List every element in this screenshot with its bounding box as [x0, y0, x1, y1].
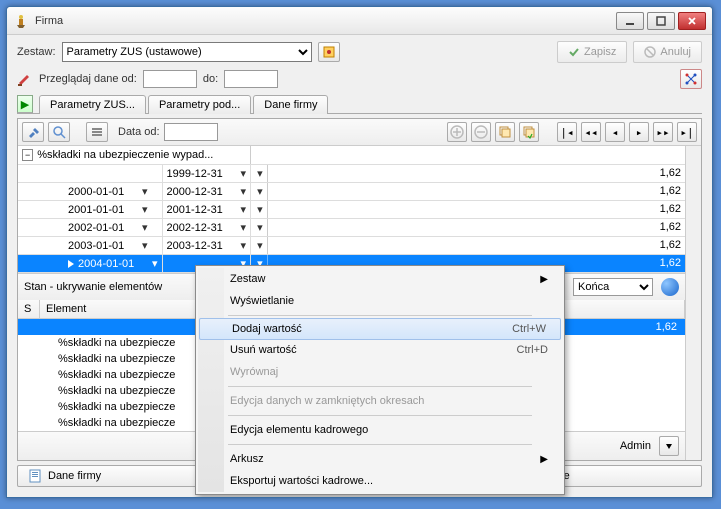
data-grid[interactable]: −%składki na ubezpieczenie wypad... 1999…: [18, 146, 685, 273]
menu-dodaj-wartosc[interactable]: Dodaj wartośćCtrl+W: [199, 318, 561, 340]
menu-arkusz[interactable]: Arkusz▶: [198, 448, 562, 470]
zestaw-label: Zestaw:: [17, 46, 56, 58]
nav-fastback[interactable]: ◂◂: [581, 122, 601, 142]
document-icon: [28, 469, 42, 483]
check-icon: [568, 46, 580, 58]
tab-parametry-zus[interactable]: Parametry ZUS...: [39, 95, 146, 114]
menu-usun-wartosc[interactable]: Usuń wartośćCtrl+D: [198, 339, 562, 361]
paste-button[interactable]: [519, 122, 539, 142]
zestaw-config-button[interactable]: [318, 42, 340, 62]
close-button[interactable]: [678, 12, 706, 30]
globe-icon[interactable]: [661, 278, 679, 296]
list-view-button[interactable]: [86, 122, 108, 142]
nav-fwd[interactable]: ▸: [629, 122, 649, 142]
play-button[interactable]: ▶: [17, 95, 33, 113]
tab-dane-firmy[interactable]: Dane firmy: [253, 95, 328, 114]
titlebar: Firma: [7, 7, 712, 35]
col-s[interactable]: S: [18, 300, 40, 318]
copy-button[interactable]: [495, 122, 515, 142]
window-title: Firma: [35, 15, 616, 27]
maximize-button[interactable]: [647, 12, 675, 30]
nav-fastfwd[interactable]: ▸▸: [653, 122, 673, 142]
menu-eksportuj[interactable]: Eksportuj wartości kadrowe...: [198, 470, 562, 492]
menu-wyrownaj: Wyrównaj: [198, 361, 562, 383]
row-indicator-icon: [68, 260, 74, 268]
admin-dropdown[interactable]: [659, 436, 679, 456]
dataod-label: Data od:: [118, 126, 160, 138]
tools-button[interactable]: [22, 122, 44, 142]
browse-to-label: do:: [203, 73, 218, 85]
collapse-icon[interactable]: −: [22, 149, 33, 161]
save-button[interactable]: Zapisz: [557, 41, 627, 63]
nav-first[interactable]: |◂: [557, 122, 577, 142]
menu-wyswietlanie[interactable]: Wyświetlanie: [198, 290, 562, 312]
table-row[interactable]: 2001-01-01▾ 2001-12-31▾ ▾ 1,62: [18, 200, 685, 218]
browse-from-input[interactable]: [143, 70, 197, 88]
tree-header-row[interactable]: −%składki na ubezpieczenie wypad...: [18, 146, 685, 164]
nav-last[interactable]: ▸|: [677, 122, 697, 142]
nav-back[interactable]: ◂: [605, 122, 625, 142]
table-row[interactable]: 2002-01-01▾ 2002-12-31▾ ▾ 1,62: [18, 218, 685, 236]
menu-edycja-zamknietych: Edycja danych w zamkniętych okresach: [198, 390, 562, 412]
app-icon: [13, 13, 29, 29]
table-row[interactable]: 2000-01-01▾ 2000-12-31▾ ▾ 1,62: [18, 182, 685, 200]
cancel-icon: [644, 46, 656, 58]
admin-label: Admin: [620, 440, 651, 452]
add-button[interactable]: [447, 122, 467, 142]
table-row[interactable]: 2003-01-01▾ 2003-12-31▾ ▾ 1,62: [18, 236, 685, 254]
table-row[interactable]: 1999-12-31▾ ▾ 1,62: [18, 164, 685, 182]
zestaw-select[interactable]: Parametry ZUS (ustawowe): [62, 42, 312, 62]
remove-button[interactable]: [471, 122, 491, 142]
zoom-button[interactable]: [48, 122, 70, 142]
cancel-button[interactable]: Anuluj: [633, 41, 702, 63]
status-label: Stan - ukrywanie elementów: [24, 281, 162, 293]
context-menu[interactable]: Zestaw▶ Wyświetlanie Dodaj wartośćCtrl+W…: [195, 265, 565, 495]
edit-icon: [17, 71, 33, 87]
menu-edycja-elementu[interactable]: Edycja elementu kadrowego: [198, 419, 562, 441]
browse-to-input[interactable]: [224, 70, 278, 88]
refresh-button[interactable]: [680, 69, 702, 89]
browse-from-label: Przeglądaj dane od:: [39, 73, 137, 85]
minimize-button[interactable]: [616, 12, 644, 30]
tab-parametry-pod[interactable]: Parametry pod...: [148, 95, 251, 114]
do-select[interactable]: Końca: [573, 278, 653, 296]
menu-zestaw[interactable]: Zestaw▶: [198, 268, 562, 290]
vertical-scrollbar[interactable]: [685, 146, 701, 460]
dataod-input[interactable]: [164, 123, 218, 141]
